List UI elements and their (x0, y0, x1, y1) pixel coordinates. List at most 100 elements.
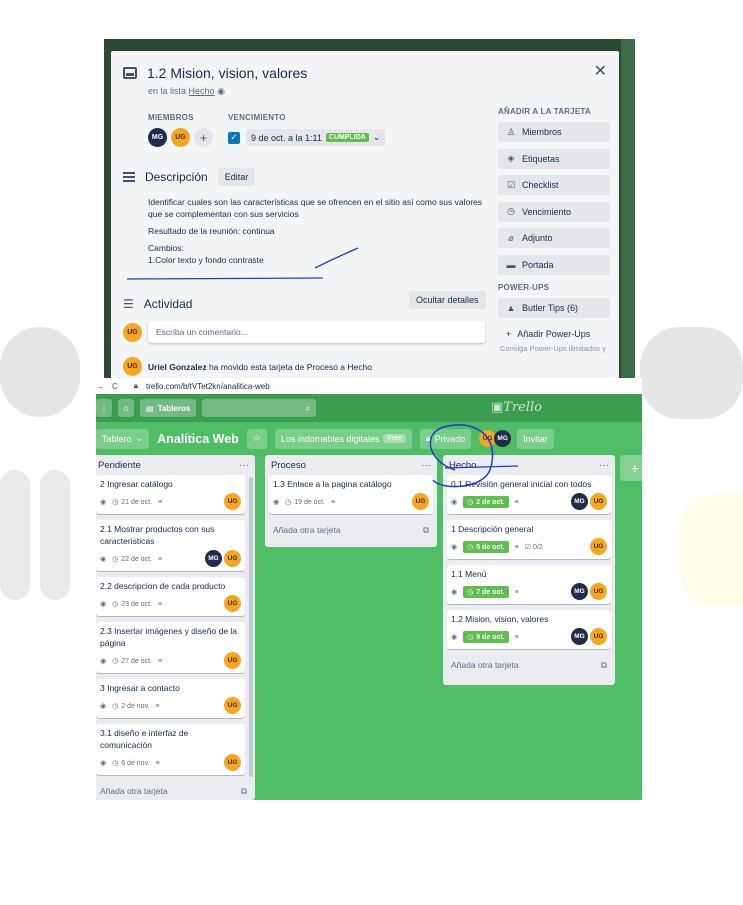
powerups-label: POWER-UPS (498, 282, 550, 292)
template-icon[interactable]: ⧉ (423, 525, 429, 536)
list-title[interactable]: Proceso (271, 460, 306, 471)
checklist-icon: ☑ (506, 179, 516, 190)
due-badge[interactable]: ◷ 23 de oct. (112, 600, 152, 609)
due-text: 9 de oct. (476, 633, 505, 641)
avatar[interactable]: UG (224, 652, 241, 669)
team-button[interactable]: Los indomables digitales Free (274, 428, 412, 449)
due-badge[interactable]: ◷ 21 de oct. (112, 498, 152, 507)
due-badge[interactable]: ◷ 19 de oct. (285, 498, 325, 507)
trello-logo[interactable]: ▣Trello (491, 400, 542, 415)
template-icon[interactable]: ⧉ (241, 786, 247, 797)
star-button[interactable]: ☆ (246, 428, 267, 449)
invite-button[interactable]: Invitar (517, 428, 554, 449)
avatar[interactable]: MG (494, 430, 512, 447)
card-container: 0.1 Revisión general inicial con todos ◉ ◷… (443, 475, 615, 649)
add-member-button[interactable]: + (194, 128, 213, 147)
add-list-button[interactable]: + (620, 455, 642, 481)
avatar[interactable]: UG (590, 583, 607, 600)
list-header[interactable]: Proceso ··· (265, 455, 437, 475)
card[interactable]: 2 Ingresar catálogo ◉ ◷ 21 de oct. ≡ UG (96, 475, 245, 514)
list-link[interactable]: Hecho (189, 86, 215, 96)
list-title[interactable]: Hecho (449, 460, 476, 471)
due-date-button[interactable]: 9 de oct. a la 1:11 CUMPLIDA ⌄ (246, 129, 386, 146)
due-badge[interactable]: ◷ 27 de oct. (112, 657, 152, 666)
avatar[interactable]: MG (571, 583, 588, 600)
card[interactable]: 2.1 Mostrar productos con sus caracteris… (96, 520, 245, 571)
due-text: 19 de oct. (294, 498, 325, 506)
reload-icon[interactable]: C (112, 382, 118, 391)
card-title[interactable]: 1.2 Mision, vision, valores (147, 65, 307, 81)
more-icon[interactable]: ··· (599, 460, 609, 471)
clock-icon: ◷ (112, 556, 119, 563)
avatar[interactable]: UG (224, 754, 241, 771)
boards-button[interactable]: ▤ Tableros (140, 399, 197, 417)
avatar[interactable]: UG (412, 493, 429, 510)
search-input[interactable]: ⌕ (202, 399, 317, 417)
activity-user[interactable]: Uriel Gonzalez (148, 362, 207, 372)
avatar[interactable]: UG (590, 628, 607, 645)
labels-button[interactable]: ◈ Etiquetas (498, 148, 610, 169)
url-text[interactable]: trello.com/b/tVTet2kn/analitica-web (146, 382, 270, 391)
add-card-button[interactable]: Añada otra tarjeta ⧉ (265, 520, 437, 540)
card[interactable]: 0.1 Revisión general inicial con todos ◉ ◷… (447, 475, 611, 514)
due-badge[interactable]: ◷ 6 de nov. (112, 759, 149, 768)
avatar[interactable]: MG (148, 128, 167, 147)
description-text[interactable]: Identificar cuales son las característic… (148, 196, 488, 266)
card[interactable]: 1.1 Menú ◉ ◷ 7 de oct. ≡ MG UG (447, 565, 611, 604)
comment-input[interactable]: Escriba un comentario... (148, 321, 485, 343)
card[interactable]: 1.2 Mision, vision, valores ◉ ◷ 9 de oct. ≡ M… (447, 610, 611, 649)
due-badge[interactable]: ◷ 9 de oct. (463, 631, 509, 643)
list-scrollbar[interactable] (249, 477, 253, 777)
list-header[interactable]: Hecho ··· (443, 455, 615, 475)
due-date-button[interactable]: ◷ Vencimiento (498, 201, 610, 222)
due-complete-checkbox[interactable]: ✓ (228, 131, 240, 144)
privacy-button[interactable]: 🔒︎ Privado (419, 428, 472, 449)
close-icon[interactable]: ✕ (594, 61, 607, 81)
add-card-button[interactable]: Añada otra tarjeta ⧉ (443, 655, 615, 675)
attachment-button[interactable]: ⌀ Adjunto (498, 228, 610, 248)
members-button[interactable]: ♙ Miembros (498, 122, 610, 142)
card[interactable]: 1 Descripción general ◉ ◷ 5 de oct. ≡ ☑ 0/2 UG (447, 520, 611, 559)
card[interactable]: 3 Ingresar a contacto ◉ ◷ 2 de nov. ≡ UG (96, 679, 245, 718)
avatar[interactable]: UG (224, 550, 241, 567)
avatar[interactable]: MG (571, 628, 588, 645)
board-menu-button[interactable]: Tablero ⌄ (96, 428, 150, 449)
checklist-button[interactable]: ☑ Checklist (498, 175, 610, 195)
card[interactable]: 2.3 Insertar imágenes y diseño de la pág… (96, 622, 245, 673)
due-badge[interactable]: ◷ 2 de oct. (463, 496, 509, 508)
cover-icon: ▬ (506, 259, 516, 270)
due-badge[interactable]: ◷ 22 de oct. (112, 555, 152, 564)
back-arrow-icon[interactable]: → (96, 382, 104, 391)
avatar[interactable]: UG (590, 538, 607, 555)
apps-icon[interactable]: ⋮ (96, 399, 112, 417)
list-header[interactable]: Pendiente ··· (96, 455, 255, 475)
list-title[interactable]: Pendiente (98, 460, 141, 471)
avatar[interactable]: MG (205, 550, 222, 567)
add-powerups-button[interactable]: + Añadir Power-Ups (498, 324, 610, 344)
edit-button[interactable]: Editar (217, 168, 256, 186)
avatar[interactable]: UG (590, 493, 607, 510)
home-icon[interactable]: ⌂ (118, 399, 134, 417)
due-badge[interactable]: ◷ 7 de oct. (463, 586, 509, 598)
card-title: 0.1 Revisión general inicial con todos (451, 479, 592, 489)
butler-tips-button[interactable]: ▲ Butler Tips (6) (498, 297, 610, 318)
hide-details-button[interactable]: Ocultar detalles (409, 291, 486, 309)
avatar[interactable]: UG (224, 493, 241, 510)
card[interactable]: 2.2 descripcion de cada producto ◉ ◷ 23 de … (96, 577, 245, 616)
avatar[interactable]: UG (224, 595, 241, 612)
board-title[interactable]: Analítica Web (157, 432, 239, 446)
add-card-button[interactable]: Añada otra tarjeta ⧉ (96, 781, 255, 800)
watch-icon: ◉ (100, 760, 107, 767)
due-badge[interactable]: ◷ 2 de nov. (112, 702, 149, 711)
more-icon[interactable]: ··· (421, 460, 431, 471)
avatar[interactable]: UG (224, 697, 241, 714)
avatar[interactable]: UG (171, 128, 190, 147)
card[interactable]: 1.3 Enlace a la pagina catálogo ◉ ◷ 19 de o… (269, 475, 433, 514)
more-icon[interactable]: ··· (239, 460, 249, 471)
cover-button[interactable]: ▬ Portada (498, 254, 610, 275)
avatar[interactable]: MG (571, 493, 588, 510)
plan-badge: Free (383, 434, 406, 443)
template-icon[interactable]: ⧉ (601, 660, 607, 671)
card[interactable]: 3.1 diseño e interfaz de comunicación ◉ ◷ 6… (96, 724, 245, 775)
due-badge[interactable]: ◷ 5 de oct. (463, 541, 509, 553)
